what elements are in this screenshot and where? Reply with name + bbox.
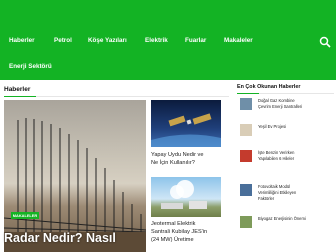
- sidebar-item-1-line-1: Doğal Gaz Kombine: [258, 98, 295, 103]
- nav-item-enerji-sektoru[interactable]: Enerji Sektörü: [9, 63, 52, 70]
- nav-item-haberler[interactable]: Haberler: [9, 37, 35, 44]
- sidebar-thumbnail-5[interactable]: [240, 216, 252, 228]
- sidebar-item-4[interactable]: Fotovoltaik Modül Verimliliğini Etkileye…: [258, 184, 296, 202]
- main-nav: Haberler Petrol Köşe Yazıları Elektrik F…: [0, 0, 336, 80]
- section-title: Haberler: [4, 86, 31, 93]
- section-divider: [4, 96, 229, 97]
- post-title-1[interactable]: Yapay Uydu Nedir ve Ne İçin Kullanılır?: [151, 151, 203, 167]
- nav-item-fuarlar[interactable]: Fuarlar: [185, 37, 206, 44]
- sidebar-item-4-line-3: Faktörler: [258, 196, 275, 201]
- section-underline: [4, 96, 36, 97]
- nav-item-kose-yazilari[interactable]: Köşe Yazıları: [88, 37, 127, 44]
- nav-item-elektrik[interactable]: Elektrik: [145, 37, 168, 44]
- sidebar-item-4-line-1: Fotovoltaik Modül: [258, 184, 291, 189]
- post-title-2-line-2: Santrali Kubilay JES'in: [151, 229, 208, 235]
- post-title-2-line-1: Jeotermal Elektrik: [151, 221, 196, 227]
- search-icon[interactable]: [319, 36, 331, 48]
- sidebar-thumbnail-2[interactable]: [240, 124, 252, 136]
- nav-item-petrol[interactable]: Petrol: [54, 37, 72, 44]
- sidebar-title: En Çok Okunan Haberler: [237, 84, 301, 90]
- featured-image[interactable]: [4, 100, 146, 252]
- sidebar-item-3-line-1: İşte Benzin Verirken: [258, 150, 295, 155]
- sidebar-item-1[interactable]: Doğal Gaz Kombine Çevrim Enerji Santrall…: [258, 98, 302, 110]
- sidebar-item-5[interactable]: Biyogaz Enerjisinin Önemi: [258, 216, 306, 222]
- sidebar-underline: [237, 93, 259, 94]
- sidebar-item-1-line-2: Çevrim Enerji Santralleri: [258, 104, 303, 109]
- sidebar-item-4-line-2: Verimliliğini Etkileyen: [258, 190, 297, 195]
- post-title-1-line-1: Yapay Uydu Nedir ve: [151, 152, 204, 158]
- sidebar-item-3[interactable]: İşte Benzin Verirken Yapılabilen 6 Hilel…: [258, 150, 294, 162]
- sidebar-item-2[interactable]: Yeşil Ev Projesi: [258, 124, 286, 130]
- featured-title[interactable]: Radar Nedir? Nasıl: [4, 231, 116, 245]
- sidebar-item-3-line-2: Yapılabilen 6 Hileler: [258, 156, 295, 161]
- post-title-2[interactable]: Jeotermal Elektrik Santrali Kubilay JES'…: [151, 220, 207, 244]
- post-title-1-line-2: Ne İçin Kullanılır?: [151, 160, 195, 166]
- post-thumbnail-satellite[interactable]: [151, 100, 221, 147]
- category-badge[interactable]: MAKALELER: [11, 212, 39, 219]
- sidebar-thumbnail-1[interactable]: [240, 98, 252, 110]
- post-title-2-line-3: (24 MW) Üretime: [151, 237, 194, 243]
- sidebar-thumbnail-4[interactable]: [240, 184, 252, 196]
- sidebar-thumbnail-3[interactable]: [240, 150, 252, 162]
- nav-item-makaleler[interactable]: Makaleler: [224, 37, 253, 44]
- post-thumbnail-geothermal[interactable]: [151, 177, 221, 217]
